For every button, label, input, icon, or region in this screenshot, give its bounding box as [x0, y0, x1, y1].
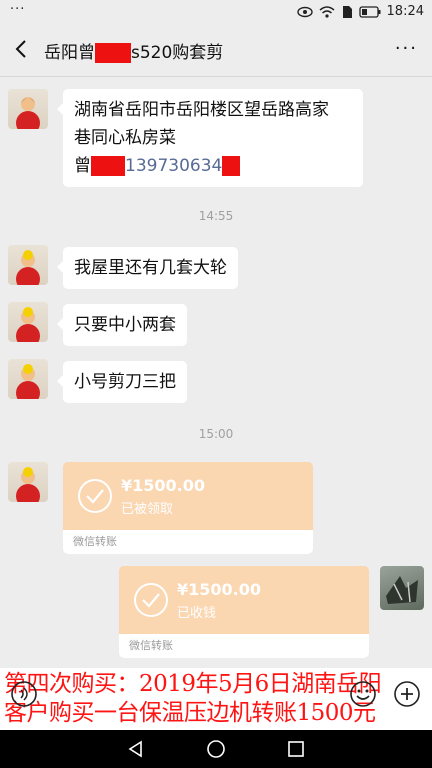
nav-back-icon[interactable]: [126, 739, 146, 759]
title-suffix: s520购套剪: [131, 43, 224, 63]
status-time: 18:24: [386, 4, 424, 19]
nav-recent-icon[interactable]: [286, 739, 306, 759]
check-circle-icon: [134, 583, 168, 617]
chat-area[interactable]: 湖南省岳阳市岳阳楼区望岳路高家 巷同心私房菜 曾 139730634 14:55 …: [0, 77, 432, 668]
transfer-status: 已收钱: [177, 606, 217, 621]
transfer-amount: ¥1500.00: [121, 476, 206, 495]
message-bubble-address[interactable]: 湖南省岳阳市岳阳楼区望岳路高家 巷同心私房菜 曾 139730634: [57, 89, 363, 187]
transfer-amount: ¥1500.00: [177, 580, 262, 599]
chat-title: 岳阳曾 s520购套剪: [44, 38, 223, 63]
nav-home-icon[interactable]: [206, 739, 226, 759]
address-line2: 巷同心私房菜: [74, 128, 176, 148]
back-arrow-icon[interactable]: [10, 37, 34, 61]
contact-phone[interactable]: 139730634: [125, 156, 222, 176]
system-nav-bar: [0, 730, 432, 768]
transfer-status: 已被领取: [121, 502, 174, 517]
timestamp: 14:55: [198, 209, 234, 223]
title-prefix: 岳阳曾: [44, 43, 95, 63]
avatar[interactable]: [8, 302, 48, 342]
plus-icon[interactable]: [393, 680, 421, 708]
sim-icon: [342, 5, 352, 18]
notification-dots: ···: [10, 2, 26, 17]
avatar[interactable]: [8, 89, 48, 129]
redaction-box: [222, 156, 241, 176]
check-circle-icon: [78, 479, 112, 513]
transfer-label: 微信转账: [63, 530, 313, 554]
transfer-card-sent[interactable]: ¥1500.00 已收钱 微信转账: [119, 566, 369, 658]
timestamp: 15:00: [198, 427, 234, 441]
message-bubble[interactable]: 只要中小两套: [57, 304, 187, 346]
avatar[interactable]: [8, 245, 48, 285]
transfer-label: 微信转账: [119, 634, 369, 658]
chat-header: 岳阳曾 s520购套剪 ···: [0, 24, 432, 77]
message-bubble[interactable]: 我屋里还有几套大轮: [57, 247, 238, 289]
status-bar: ··· 18:24: [0, 0, 432, 24]
avatar[interactable]: [8, 462, 48, 502]
contact-line: 曾 139730634: [74, 152, 352, 180]
address-line1: 湖南省岳阳市岳阳楼区望岳路高家: [74, 100, 329, 120]
emoji-icon[interactable]: [349, 680, 377, 708]
avatar-self[interactable]: [380, 566, 424, 610]
redaction-box: [91, 156, 125, 176]
wifi-icon: [319, 5, 335, 18]
voice-icon[interactable]: [10, 680, 38, 708]
more-icon[interactable]: ···: [395, 38, 418, 59]
message-bubble[interactable]: 小号剪刀三把: [57, 361, 187, 403]
redaction-box: [95, 43, 131, 63]
transfer-card-received[interactable]: ¥1500.00 已被领取 微信转账: [63, 462, 313, 554]
contact-name: 曾: [74, 156, 91, 176]
battery-icon: [358, 5, 381, 18]
avatar[interactable]: [8, 359, 48, 399]
status-icons: 18:24: [296, 4, 424, 19]
eye-icon: [296, 6, 313, 17]
